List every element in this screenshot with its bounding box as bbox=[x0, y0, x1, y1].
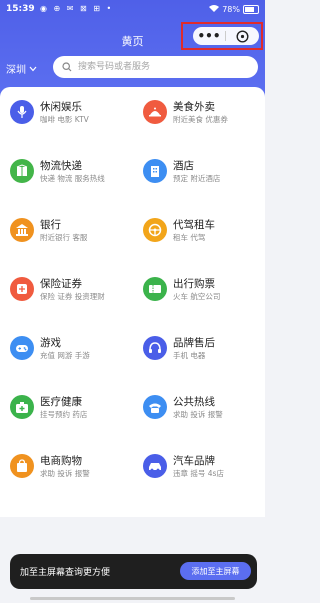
category-title: 医疗健康 bbox=[40, 396, 82, 408]
gesture-handle bbox=[30, 597, 235, 600]
category-title: 公共热线 bbox=[173, 396, 215, 408]
category-subtitle: 保险 证券 投资理财 bbox=[40, 292, 105, 301]
category-item[interactable]: 代驾租车 租车 代驾 bbox=[133, 205, 265, 263]
category-subtitle: 求助 投诉 报警 bbox=[40, 469, 90, 478]
city-label: 深圳 bbox=[6, 65, 26, 76]
add-to-home-toast: 加至主屏幕查询更方便 添加至主屏幕 bbox=[10, 554, 257, 589]
category-subtitle: 挂号预约 药店 bbox=[40, 410, 88, 419]
battery-percent: 78% bbox=[222, 4, 240, 14]
category-title: 电商购物 bbox=[40, 455, 82, 467]
status-right: 78% bbox=[209, 4, 259, 14]
category-subtitle: 快递 物流 服务热线 bbox=[40, 174, 105, 183]
search-bar[interactable] bbox=[53, 56, 258, 78]
status-time: 15:39 bbox=[6, 4, 35, 14]
insurance-icon bbox=[10, 277, 34, 301]
notification-icons: ◉ ⊕ ✉ ⊠ ⊞ • bbox=[40, 4, 114, 13]
category-item[interactable]: 酒店 预定 附近酒店 bbox=[133, 146, 265, 204]
medical-kit-icon bbox=[10, 395, 34, 419]
category-title: 银行 bbox=[40, 219, 61, 231]
category-item[interactable]: 保险证券保险 证券 投资理财 bbox=[0, 264, 132, 322]
category-subtitle: 求助 投诉 报警 bbox=[173, 410, 223, 419]
headset-icon bbox=[143, 336, 167, 360]
status-bar: 15:39 ◉ ⊕ ✉ ⊠ ⊞ • 78% bbox=[0, 0, 265, 20]
category-item[interactable]: 汽车品牌违章 摇号 4s店 bbox=[133, 441, 265, 499]
category-subtitle: 充值 网游 手游 bbox=[40, 351, 90, 360]
category-item[interactable]: 公共热线求助 投诉 报警 bbox=[133, 382, 265, 440]
category-title: 品牌售后 bbox=[173, 337, 215, 349]
category-item[interactable]: 休闲娱乐咖啡 电影 KTV bbox=[0, 87, 132, 145]
battery-icon bbox=[243, 4, 259, 14]
wifi-icon bbox=[209, 4, 220, 14]
category-title: 游戏 bbox=[40, 337, 61, 349]
bank-icon bbox=[10, 218, 34, 242]
category-title: 保险证券 bbox=[40, 278, 82, 290]
category-item[interactable]: 品牌售后 手机 电器 bbox=[133, 323, 265, 381]
category-subtitle: 租车 代驾 bbox=[173, 233, 206, 242]
microphone-icon bbox=[10, 100, 34, 124]
gamepad-icon bbox=[10, 336, 34, 360]
category-subtitle: 手机 电器 bbox=[173, 351, 206, 360]
category-item[interactable]: 美食外卖附近美食 优惠券 bbox=[133, 87, 265, 145]
category-grid: 休闲娱乐 咖啡 电影 KTV 美食外卖 附近美食 优惠券 物流快递 快递 物流 服务热线酒… bbox=[0, 87, 265, 517]
food-cloche-icon bbox=[143, 100, 167, 124]
category-item[interactable]: 银行 附近银行 客服 bbox=[0, 205, 132, 263]
category-title: 代驾租车 bbox=[173, 219, 215, 231]
category-item[interactable]: 物流快递快递 物流 服务热线 bbox=[0, 146, 132, 204]
highlight-box bbox=[181, 22, 263, 50]
battery-level bbox=[245, 6, 255, 12]
category-subtitle: 预定 附近酒店 bbox=[173, 174, 221, 183]
category-item[interactable]: 游戏充值 网游 手游 bbox=[0, 323, 132, 381]
add-to-home-button[interactable]: 添加至主屏幕 bbox=[180, 562, 251, 580]
search-icon bbox=[62, 62, 72, 72]
category-title: 物流快递 bbox=[40, 160, 82, 172]
category-subtitle: 附近美食 优惠券 bbox=[173, 115, 228, 124]
shopping-bag-icon bbox=[10, 454, 34, 478]
chevron-down-icon bbox=[29, 66, 37, 71]
category-title: 出行购票 bbox=[173, 278, 215, 290]
category-item[interactable]: 医疗健康挂号预约 药店 bbox=[0, 382, 132, 440]
category-item[interactable]: 电商购物求助 投诉 报警 bbox=[0, 441, 132, 499]
category-subtitle: 违章 摇号 4s店 bbox=[173, 469, 224, 478]
package-icon bbox=[10, 159, 34, 183]
category-title: 酒店 bbox=[173, 160, 194, 172]
category-item[interactable]: 出行购票火车 航空公司 bbox=[133, 264, 265, 322]
category-subtitle: 火车 航空公司 bbox=[173, 292, 221, 301]
building-icon bbox=[143, 159, 167, 183]
ticket-icon bbox=[143, 277, 167, 301]
category-title: 美食外卖 bbox=[173, 101, 215, 113]
city-selector[interactable]: 深圳 bbox=[6, 61, 37, 76]
car-icon bbox=[143, 454, 167, 478]
telephone-icon bbox=[143, 395, 167, 419]
category-title: 汽车品牌 bbox=[173, 455, 215, 467]
search-input[interactable] bbox=[76, 61, 250, 73]
toast-text: 加至主屏幕查询更方便 bbox=[20, 568, 111, 578]
category-title: 休闲娱乐 bbox=[40, 101, 82, 113]
category-subtitle: 咖啡 电影 KTV bbox=[40, 115, 89, 124]
steering-wheel-icon bbox=[143, 218, 167, 242]
category-subtitle: 附近银行 客服 bbox=[40, 233, 88, 242]
gesture-bar bbox=[0, 596, 265, 603]
